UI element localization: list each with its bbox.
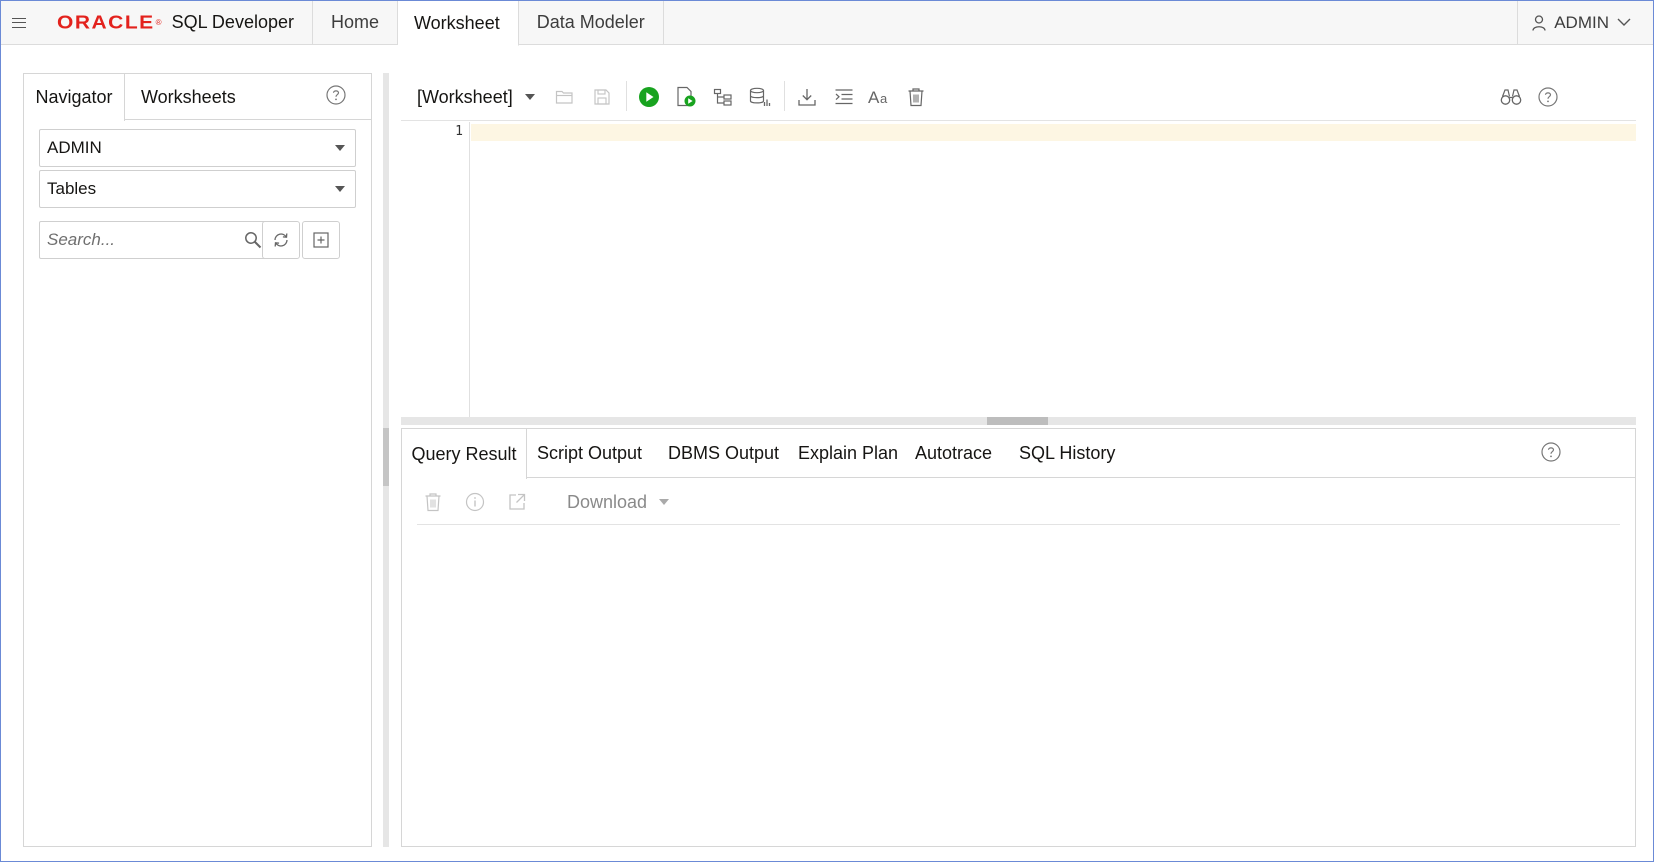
schema-select[interactable]: ADMIN	[39, 129, 356, 167]
help-icon[interactable]	[1541, 442, 1561, 462]
clear-icon[interactable]	[904, 85, 928, 109]
add-square-icon	[313, 232, 329, 248]
navigator-search	[39, 221, 269, 259]
product-name: SQL Developer	[171, 12, 294, 32]
clear-results-icon[interactable]	[421, 490, 445, 514]
chevron-down-icon	[1617, 18, 1631, 26]
refresh-button[interactable]	[262, 221, 300, 259]
worksheet-selector-label: [Worksheet]	[417, 86, 513, 107]
add-object-button[interactable]	[302, 221, 340, 259]
sql-editor[interactable]: 1	[401, 122, 1636, 417]
results-panel: Query Result Script Output DBMS Output E…	[401, 428, 1636, 847]
find-icon[interactable]	[1499, 85, 1523, 109]
object-type-select-value: Tables	[47, 179, 97, 198]
explain-plan-icon[interactable]	[711, 85, 735, 109]
autotrace-icon[interactable]	[748, 85, 772, 109]
dropdown-caret-icon	[335, 145, 345, 151]
active-code-line[interactable]	[471, 124, 1636, 141]
dropdown-caret-icon	[335, 186, 345, 192]
user-name: ADMIN	[1554, 12, 1609, 32]
hamburger-menu-icon[interactable]	[1, 1, 37, 44]
help-icon[interactable]	[1536, 85, 1560, 109]
brand: ORACLE ® SQL Developer	[37, 1, 313, 44]
results-tabs: Query Result Script Output DBMS Output E…	[402, 429, 1635, 479]
svg-text:a: a	[880, 91, 888, 106]
open-folder-icon[interactable]	[553, 85, 577, 109]
tab-worksheets[interactable]: Worksheets	[125, 74, 236, 120]
navigator-tabs: Navigator Worksheets	[24, 74, 371, 121]
worksheet-toolbar: [Worksheet] Aa	[401, 73, 1636, 121]
top-bar: ORACLE ® SQL Developer Home Worksheet Dat…	[1, 1, 1653, 46]
line-number: 1	[455, 124, 463, 139]
results-toolbar: Download	[417, 478, 1620, 525]
tab-navigator[interactable]: Navigator	[24, 74, 125, 121]
search-input[interactable]	[40, 222, 230, 258]
panel-splitter[interactable]	[383, 73, 389, 847]
navigator-panel: Navigator Worksheets ADMIN Tables	[23, 73, 372, 847]
help-icon[interactable]	[326, 85, 346, 105]
format-icon[interactable]	[832, 85, 856, 109]
worksheet-selector[interactable]: [Worksheet]	[417, 83, 535, 111]
download-menu[interactable]: Download	[567, 490, 670, 514]
user-icon	[1532, 14, 1546, 31]
splitter-grip[interactable]	[383, 428, 389, 486]
tab-script-output[interactable]: Script Output	[537, 429, 642, 478]
save-icon[interactable]	[590, 85, 614, 109]
svg-text:A: A	[868, 88, 880, 107]
refresh-icon	[274, 233, 288, 247]
dropdown-caret-icon	[659, 499, 670, 505]
resize-handle[interactable]	[987, 417, 1048, 425]
tab-sql-history[interactable]: SQL History	[1019, 429, 1115, 478]
run-script-icon[interactable]	[674, 85, 698, 109]
case-icon[interactable]: Aa	[868, 85, 892, 109]
oracle-logo: ORACLE	[57, 11, 155, 33]
tab-autotrace[interactable]: Autotrace	[915, 429, 992, 478]
run-statement-icon[interactable]	[637, 85, 661, 109]
tab-home[interactable]: Home	[313, 1, 398, 44]
line-number-gutter: 1	[401, 122, 470, 417]
tab-query-result[interactable]: Query Result	[402, 429, 527, 479]
dropdown-caret-icon	[524, 94, 535, 100]
tab-dbms-output[interactable]: DBMS Output	[668, 429, 779, 478]
info-icon[interactable]	[463, 490, 487, 514]
schema-select-value: ADMIN	[47, 138, 102, 157]
user-menu[interactable]: ADMIN	[1517, 1, 1653, 44]
open-external-icon[interactable]	[505, 490, 529, 514]
tab-data-modeler[interactable]: Data Modeler	[519, 1, 664, 44]
search-icon[interactable]	[244, 231, 262, 249]
object-type-select[interactable]: Tables	[39, 170, 356, 208]
editor-resize-bar[interactable]	[401, 417, 1636, 425]
tab-explain-plan[interactable]: Explain Plan	[798, 429, 898, 478]
tab-worksheet[interactable]: Worksheet	[398, 1, 519, 46]
download-icon[interactable]	[795, 85, 819, 109]
download-label: Download	[567, 491, 648, 512]
